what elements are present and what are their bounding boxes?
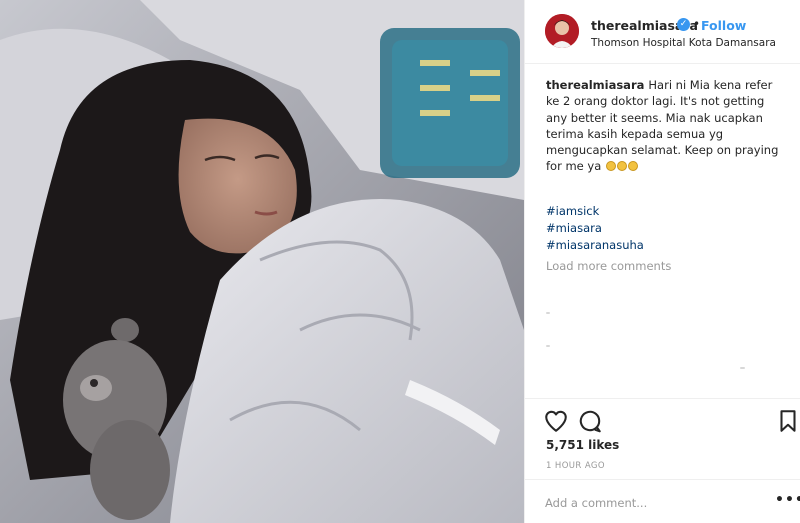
blurred-comment <box>740 367 745 369</box>
post-photo[interactable] <box>0 0 524 523</box>
location-link[interactable]: Thomson Hospital Kota Damansara <box>591 37 776 49</box>
hashtag-link[interactable]: #iamsick <box>546 203 644 220</box>
blurred-comment <box>546 345 550 347</box>
avatar[interactable] <box>545 14 579 48</box>
post-header: therealmiasara ✓ • Follow Thomson Hospit… <box>525 0 800 64</box>
more-options-icon[interactable]: ••• <box>775 492 800 508</box>
verified-badge-icon: ✓ <box>677 18 690 31</box>
load-more-comments-button[interactable]: Load more comments <box>546 259 671 273</box>
hashtag-list: #iamsick #miasara #miasaranasuha <box>546 203 644 254</box>
add-comment-input[interactable] <box>545 493 755 513</box>
emoji-group <box>605 159 638 173</box>
post-timestamp[interactable]: 1 HOUR AGO <box>546 461 605 471</box>
comment-bar: ••• <box>525 479 800 523</box>
post-caption: therealmiasara Hari ni Mia kena refer ke … <box>546 77 786 175</box>
caption-username[interactable]: therealmiasara <box>546 78 644 92</box>
hashtag-link[interactable]: #miasaranasuha <box>546 237 644 254</box>
smile-emoji-icon <box>616 161 627 172</box>
smile-emoji-icon <box>605 161 616 172</box>
caption-text: Hari ni Mia kena refer ke 2 orang doktor… <box>546 78 779 174</box>
separator-dot: • <box>693 17 701 31</box>
comment-icon[interactable] <box>577 408 603 434</box>
avatar-image <box>545 14 579 48</box>
bookmark-icon[interactable] <box>775 408 800 434</box>
heart-icon[interactable] <box>543 408 569 434</box>
follow-button[interactable]: Follow <box>701 18 746 33</box>
post-actions: 5,751 likes 1 HOUR AGO ••• <box>525 398 800 523</box>
post-side-panel: therealmiasara ✓ • Follow Thomson Hospit… <box>524 0 800 523</box>
smile-emoji-icon <box>627 161 638 172</box>
hashtag-link[interactable]: #miasara <box>546 220 644 237</box>
blurred-comment <box>546 312 550 314</box>
likes-count[interactable]: 5,751 likes <box>546 438 619 452</box>
post-image <box>0 0 524 523</box>
